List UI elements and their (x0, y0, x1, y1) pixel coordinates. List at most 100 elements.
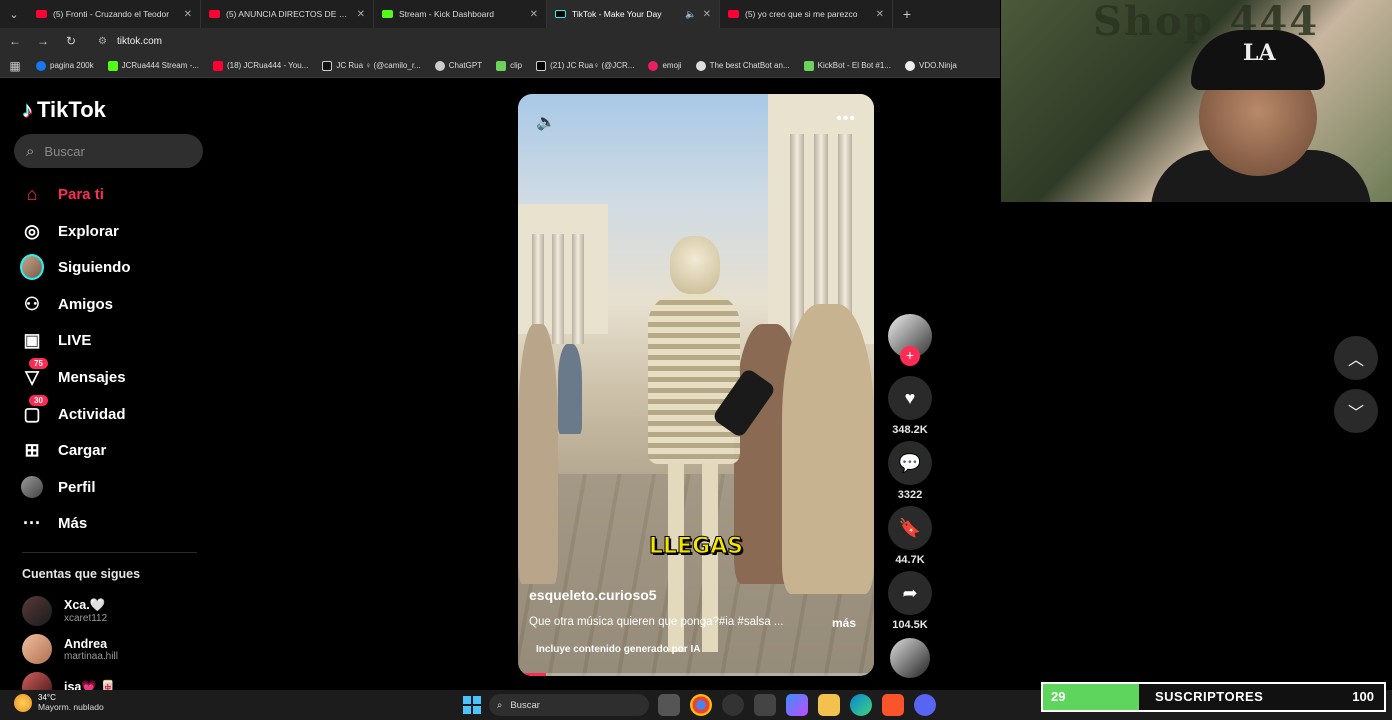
close-tab-icon[interactable]: ✕ (184, 9, 192, 20)
file-explorer-icon[interactable] (818, 694, 840, 716)
search-input[interactable] (44, 143, 185, 159)
bookmark-label: ChatGPT (448, 61, 483, 70)
browser-tab[interactable]: (5) yo creo que si me parezco ✕ (720, 0, 893, 28)
bookmark-item[interactable]: pagina 200k (36, 60, 94, 71)
bookmark-icon: 🔖 (898, 517, 922, 538)
browser-tab[interactable]: (5) Fronti - Cruzando el Teodor ✕ (28, 0, 201, 28)
bookmark-label: (18) JCRua444 - You... (226, 61, 309, 70)
bookmark-item[interactable]: emoji (648, 60, 682, 71)
kickbot-icon (803, 60, 814, 71)
close-tab-icon[interactable]: ✕ (530, 9, 538, 20)
progress-fill (518, 673, 547, 676)
x-icon (536, 60, 547, 71)
bookmark-label: JCRua444 Stream -... (121, 61, 199, 70)
search-icon: ⌕ (497, 699, 503, 711)
site-info-icon[interactable]: ⚙ (98, 36, 107, 47)
nav-perfil[interactable]: Perfil (20, 472, 96, 502)
previous-video-button[interactable]: ︿ (1334, 336, 1378, 380)
chrome-icon[interactable] (690, 694, 712, 716)
live-icon: ▣ (23, 329, 41, 350)
description-more-link[interactable]: más (832, 616, 856, 630)
nav-cargar[interactable]: ⊞ Cargar (20, 435, 106, 465)
apps-grid-icon[interactable]: ▦ (8, 59, 22, 73)
weather-widget[interactable]: 34°C Mayorm. nublado (14, 693, 104, 712)
browser-tab[interactable]: Stream - Kick Dashboard ✕ (374, 0, 547, 28)
back-icon[interactable]: ← (8, 34, 22, 48)
bookmark-item[interactable]: VDO.Ninja (905, 60, 957, 71)
nav-explorar[interactable]: ◎ Explorar (20, 216, 119, 246)
edge-icon[interactable] (850, 694, 872, 716)
nav-live[interactable]: ▣ LIVE (20, 325, 91, 355)
youtube-icon (209, 10, 220, 18)
nav-amigos[interactable]: ⚇ Amigos (20, 289, 113, 319)
taskbar-search[interactable]: ⌕ Buscar (489, 694, 649, 716)
ai-content-label: Incluye contenido generado por IA (536, 644, 701, 655)
bookmark-label: (21) JC Rua♀ (@JCR... (550, 61, 635, 70)
bookmark-item[interactable]: (21) JC Rua♀ (@JCR... (536, 60, 635, 71)
tiktok-logo[interactable]: ♪ TikTok (22, 97, 106, 123)
follow-plus-icon[interactable]: + (900, 346, 920, 366)
close-tab-icon[interactable]: ✕ (703, 9, 711, 20)
bookmark-item[interactable]: The best ChatBot an... (695, 60, 790, 71)
copilot-icon[interactable] (786, 694, 808, 716)
youtube-icon (212, 60, 223, 71)
tab-search-button[interactable]: ⌄ (0, 0, 28, 28)
nav-mas[interactable]: ··· Más (20, 508, 87, 538)
taskbar-search-label: Buscar (510, 699, 540, 711)
bookmark-item[interactable]: KickBot - El Bot #1... (803, 60, 891, 71)
nav-siguiendo[interactable]: Siguiendo (20, 252, 131, 282)
close-tab-icon[interactable]: ✕ (876, 9, 884, 20)
video-username[interactable]: esqueleto.curioso5 (529, 587, 657, 603)
followed-account[interactable]: Xca.🤍 xcaret112 (22, 596, 107, 626)
more-options-icon[interactable]: ••• (836, 110, 856, 128)
nav-mensajes[interactable]: ▽ 75 Mensajes (20, 358, 126, 392)
like-button[interactable]: ♥ (888, 376, 932, 420)
share-button[interactable]: ➦ (888, 571, 932, 615)
vdo-ninja-icon (905, 60, 915, 71)
weather-icon (14, 693, 32, 712)
bookmark-item[interactable]: (18) JCRua444 - You... (212, 60, 309, 71)
speaker-icon[interactable]: 🔈 (685, 9, 696, 20)
save-button[interactable]: 🔖 (888, 506, 932, 550)
bookmark-item[interactable]: ChatGPT (434, 60, 483, 71)
logo-text: TikTok (37, 97, 106, 122)
nav-label: Para ti (58, 185, 104, 203)
bookmark-item[interactable]: JCRua444 Stream -... (107, 60, 199, 71)
browser-tab-active[interactable]: TikTok - Make Your Day 🔈 ✕ (547, 0, 720, 28)
music-disc-icon[interactable] (890, 638, 930, 678)
bookmark-label: VDO.Ninja (919, 61, 957, 70)
chevron-down-icon: ﹀ (1347, 405, 1364, 422)
obs-icon[interactable] (722, 694, 744, 716)
browser-tab[interactable]: (5) ANUNCIA DIRECTOS DE KIC ✕ (201, 0, 374, 28)
brave-icon[interactable] (882, 694, 904, 716)
bookmark-item[interactable]: JC Rua ♀ (@camilo_r... (322, 60, 421, 71)
next-video-button[interactable]: ﹀ (1334, 389, 1378, 433)
like-count: 348.2K (892, 424, 928, 436)
new-tab-button[interactable]: + (893, 6, 921, 22)
task-view-icon[interactable] (658, 694, 680, 716)
forward-icon[interactable]: → (36, 34, 50, 48)
heart-icon: ♥ (904, 387, 916, 408)
account-name: Xca.🤍 (64, 598, 106, 612)
video-progress-bar[interactable] (518, 673, 874, 676)
url-field[interactable]: ⚙ tiktok.com (98, 36, 162, 47)
comment-button[interactable]: 💬 (888, 441, 932, 485)
account-handle: xcaret112 (64, 613, 108, 624)
youtube-icon (36, 10, 47, 18)
app-icon[interactable] (754, 694, 776, 716)
close-tab-icon[interactable]: ✕ (357, 9, 365, 20)
reload-icon[interactable]: ↻ (64, 34, 78, 48)
video-player[interactable]: 🔈 ••• LLEGAS esqueleto.curioso5 Que otra… (518, 94, 874, 676)
tab-title: Stream - Kick Dashboard (399, 9, 494, 19)
nav-actividad[interactable]: ▢ 30 Actividad (20, 395, 126, 429)
bookmark-item[interactable]: clip (496, 60, 522, 71)
search-box[interactable]: ⌕ (14, 134, 203, 168)
windows-start-icon[interactable] (463, 696, 481, 714)
subs-goal: 100 (1352, 689, 1374, 704)
comment-icon: 💬 (898, 452, 922, 473)
volume-icon[interactable]: 🔈 (536, 112, 556, 132)
discord-icon[interactable] (914, 694, 936, 716)
clip-icon (496, 60, 507, 71)
followed-account[interactable]: Andrea martinaa.hill (22, 634, 118, 664)
nav-para-ti[interactable]: ⌂ Para ti (20, 179, 104, 209)
